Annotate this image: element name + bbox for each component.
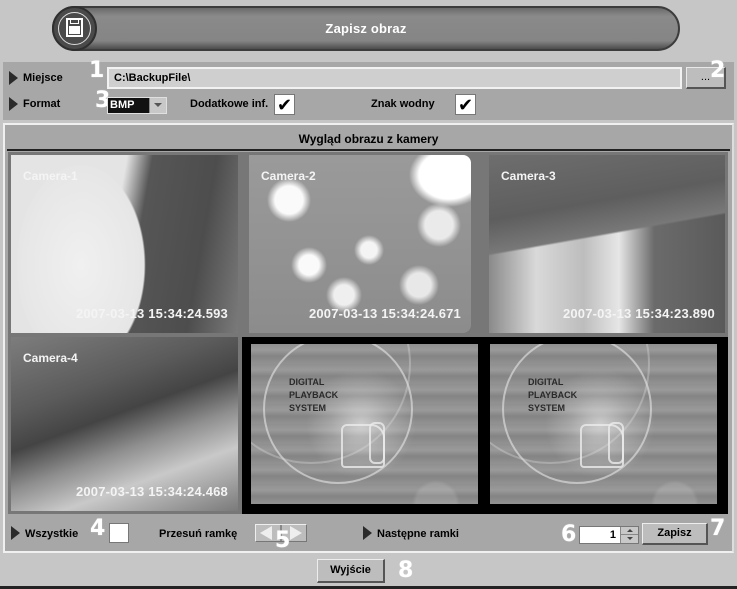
spin-down-icon[interactable] <box>620 535 638 543</box>
format-value: BMP <box>110 99 135 111</box>
marker-8: 8 <box>398 558 414 583</box>
arrow-right-icon[interactable] <box>290 526 302 540</box>
placeholder-logo-text: DIGITAL PLAYBACK SYSTEM <box>289 376 338 415</box>
frame-count-value[interactable]: 1 <box>610 529 616 541</box>
all-label: Wszystkie <box>25 528 79 540</box>
marker-1: 1 <box>89 58 105 83</box>
camera-view[interactable]: Camera-4 2007-03-13 15:34:24.468 <box>11 337 238 511</box>
camera-name: Camera-1 <box>23 169 78 183</box>
window-title: Zapisz obraz <box>325 21 407 36</box>
next-frames-label: Następne ramki <box>377 528 459 540</box>
frame-controls: Wszystkie 4 Przesuń ramkę 5 Następne ram… <box>5 516 732 553</box>
placeholder-logo-text: DIGITAL PLAYBACK SYSTEM <box>528 376 577 415</box>
marker-2: 2 <box>710 58 726 83</box>
camera-name: Camera-4 <box>23 351 78 365</box>
location-input[interactable]: C:\BackupFile\ <box>107 67 682 89</box>
marker-5: 5 <box>275 528 291 553</box>
marker-7: 7 <box>710 516 726 541</box>
format-label: Format <box>23 98 61 110</box>
triangle-right-icon <box>11 526 20 540</box>
camera-timestamp: 2007-03-13 15:34:24.468 <box>75 484 228 499</box>
triangle-right-icon <box>9 97 18 111</box>
camera-timestamp: 2007-03-13 15:34:23.890 <box>562 306 715 321</box>
extra-info-checkbox[interactable]: ✔ <box>274 94 295 115</box>
logo-line: PLAYBACK <box>528 390 578 400</box>
camera-name: Camera-3 <box>501 169 556 183</box>
camera-view[interactable]: Camera-3 2007-03-13 15:34:23.890 <box>489 155 725 333</box>
save-button[interactable]: Zapisz <box>642 523 708 545</box>
preview-panel: Wygląd obrazu z kamery Camera-1 2007-03-… <box>3 123 734 553</box>
arrow-left-icon[interactable] <box>260 526 272 540</box>
camera-view[interactable]: Camera-2 2007-03-13 15:34:24.671 <box>249 155 471 333</box>
placeholder-view[interactable]: DIGITAL PLAYBACK SYSTEM <box>251 344 478 504</box>
logo-line: DIGITAL <box>289 377 325 387</box>
camera-grid: Camera-1 2007-03-13 15:34:24.593 Camera-… <box>8 152 728 514</box>
location-label: Miejsce <box>23 72 63 84</box>
watermark-checkbox[interactable]: ✔ <box>455 94 476 115</box>
chevron-down-icon[interactable] <box>149 98 166 113</box>
shift-frame-label: Przesuń ramkę <box>159 528 238 540</box>
camera-timestamp: 2007-03-13 15:34:24.593 <box>75 306 228 321</box>
logo-line: SYSTEM <box>289 403 327 413</box>
spin-up-icon[interactable] <box>620 527 638 535</box>
logo-line: DIGITAL <box>528 377 564 387</box>
camera-timestamp: 2007-03-13 15:34:24.671 <box>308 306 461 321</box>
frame-count-stepper[interactable]: 1 <box>579 526 639 544</box>
all-checkbox[interactable] <box>109 523 129 543</box>
triangle-right-icon <box>363 526 372 540</box>
format-select[interactable]: BMP <box>107 97 167 114</box>
film-reel-icon <box>341 422 385 468</box>
camera-view[interactable]: Camera-1 2007-03-13 15:34:24.593 <box>11 155 238 333</box>
title-bar: Zapisz obraz <box>52 6 680 51</box>
marker-4: 4 <box>90 516 106 541</box>
camera-name: Camera-2 <box>261 169 316 183</box>
preview-header: Wygląd obrazu z kamery <box>7 127 730 151</box>
settings-panel: Miejsce 1 C:\BackupFile\ ... 2 Format 3 … <box>3 58 734 120</box>
extra-info-label: Dodatkowe inf. <box>190 98 269 110</box>
film-reel-icon <box>580 422 624 468</box>
watermark-label: Znak wodny <box>371 98 435 110</box>
exit-button[interactable]: Wyjście <box>317 559 385 583</box>
logo-line: PLAYBACK <box>289 390 339 400</box>
marker-6: 6 <box>561 522 577 547</box>
triangle-right-icon <box>9 71 18 85</box>
logo-line: SYSTEM <box>528 403 566 413</box>
placeholder-view[interactable]: DIGITAL PLAYBACK SYSTEM <box>490 344 717 504</box>
